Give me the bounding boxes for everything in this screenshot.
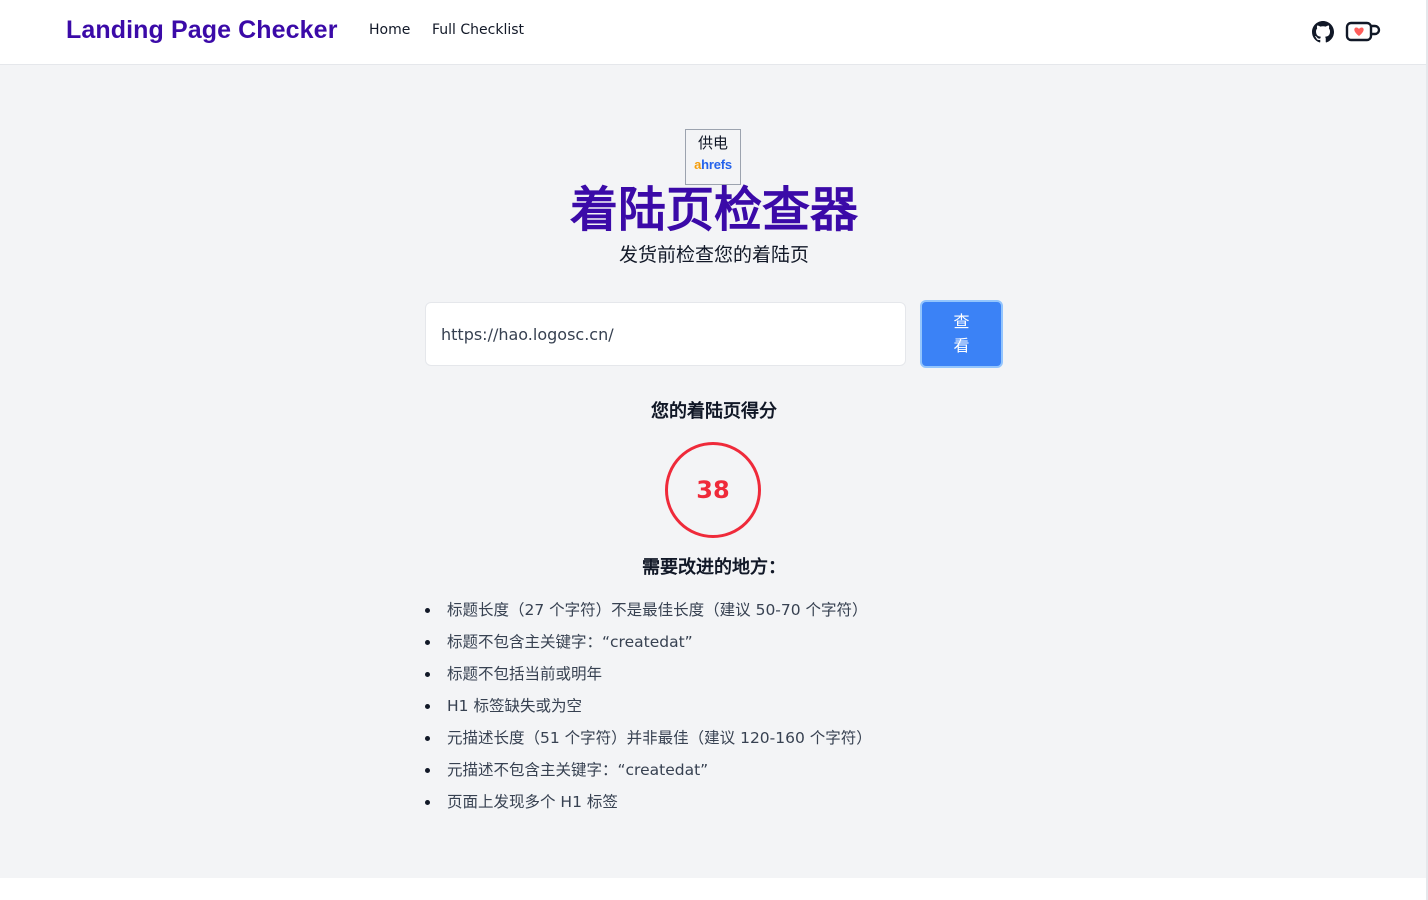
top-navbar: Landing Page Checker Home Full Checklist xyxy=(0,0,1428,65)
ahrefs-logo: ahrefs xyxy=(686,157,740,172)
improvement-item: 标题长度（27 个字符）不是最佳长度（建议 50-70 个字符） xyxy=(425,597,1007,629)
main-content: 供电 ahrefs 着陆页检查器 发货前检查您的着陆页 查看 您的着陆页得分 3… xyxy=(0,65,1426,878)
improvement-item: 页面上发现多个 H1 标签 xyxy=(425,789,1007,821)
improvement-item: 标题不包含主关键字：“createdat” xyxy=(425,629,1007,661)
powered-by-label: 供电 xyxy=(697,134,728,152)
score-value: 38 xyxy=(696,476,730,504)
ahrefs-logo-rest: hrefs xyxy=(701,157,732,172)
page-title: 着陆页检查器 xyxy=(569,182,858,238)
check-button-label: 查看 xyxy=(953,312,970,355)
github-icon[interactable] xyxy=(1312,21,1334,43)
improvement-item: H1 标签缺失或为空 xyxy=(425,693,1007,725)
brand-logo-text[interactable]: Landing Page Checker xyxy=(66,16,338,45)
improvement-item: 标题不包括当前或明年 xyxy=(425,661,1007,693)
improvement-item: 元描述长度（51 个字符）并非最佳（建议 120-160 个字符） xyxy=(425,725,1007,757)
improvements-list: 标题长度（27 个字符）不是最佳长度（建议 50-70 个字符） 标题不包含主关… xyxy=(425,597,1007,821)
page-subtitle: 发货前检查您的着陆页 xyxy=(618,244,809,266)
url-input[interactable] xyxy=(425,302,906,366)
improvement-item: 元描述不包含主关键字：“createdat” xyxy=(425,757,1007,789)
improvements-heading: 需要改进的地方： xyxy=(642,557,786,578)
nav-link-full-checklist[interactable]: Full Checklist xyxy=(432,22,524,38)
check-button[interactable]: 查看 xyxy=(920,300,1003,368)
score-heading: 您的着陆页得分 xyxy=(651,401,777,422)
score-ring: 38 xyxy=(665,442,761,538)
nav-link-home[interactable]: Home xyxy=(369,22,410,38)
ko-fi-cup-icon[interactable] xyxy=(1345,20,1381,44)
